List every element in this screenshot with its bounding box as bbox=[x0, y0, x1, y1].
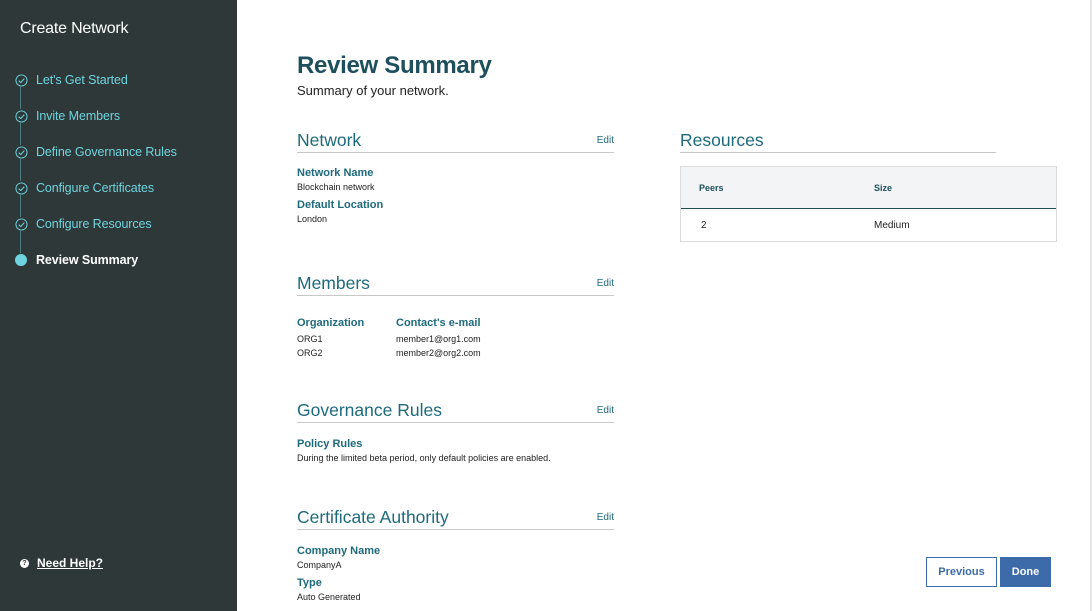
policy-rules-value: During the limited beta period, only def… bbox=[297, 453, 551, 463]
size-cell: Medium bbox=[874, 219, 910, 231]
check-circle-icon bbox=[14, 181, 28, 195]
step-label: Configure Resources bbox=[36, 217, 152, 231]
section-title: Governance Rules bbox=[297, 400, 442, 420]
check-circle-icon bbox=[14, 109, 28, 123]
edit-certificate-link[interactable]: Edit bbox=[597, 512, 614, 523]
certificate-authority-section: Certificate Authority Edit Company Name … bbox=[297, 507, 614, 602]
section-title: Certificate Authority bbox=[297, 507, 449, 527]
default-location-value: London bbox=[297, 214, 328, 224]
need-help-label: Need Help? bbox=[37, 556, 104, 570]
members-table: Organization ORG1 ORG2 Contact's e-mail … bbox=[297, 317, 614, 360]
network-name-label: Network Name bbox=[297, 167, 374, 179]
step-configure-certificates[interactable]: Configure Certificates bbox=[0, 170, 237, 217]
section-header: Members Edit bbox=[297, 273, 614, 296]
company-name-value: CompanyA bbox=[297, 560, 342, 570]
default-location-label: Default Location bbox=[297, 199, 384, 211]
member-org: ORG2 bbox=[297, 348, 323, 358]
sidebar: Create Network Let's Get Started Invite … bbox=[0, 0, 237, 611]
step-configure-resources[interactable]: Configure Resources bbox=[0, 206, 237, 253]
step-label: Review Summary bbox=[36, 253, 139, 267]
section-header: Governance Rules Edit bbox=[297, 400, 614, 423]
section-title: Members bbox=[297, 273, 370, 293]
section-title: Network bbox=[297, 130, 362, 150]
step-lets-get-started[interactable]: Let's Get Started bbox=[0, 62, 237, 109]
member-email: member2@org2.com bbox=[396, 348, 481, 358]
section-header: Certificate Authority Edit bbox=[297, 507, 614, 530]
member-email: member1@org1.com bbox=[396, 334, 481, 344]
type-label: Type bbox=[297, 577, 322, 589]
edit-members-link[interactable]: Edit bbox=[597, 278, 614, 289]
check-circle-icon bbox=[14, 217, 28, 231]
step-label: Let's Get Started bbox=[36, 73, 128, 87]
step-label: Define Governance Rules bbox=[36, 145, 177, 159]
current-step-dot-icon bbox=[14, 253, 28, 267]
table-row: 2 Medium bbox=[681, 209, 1056, 241]
company-name-label: Company Name bbox=[297, 545, 381, 557]
check-circle-icon bbox=[14, 73, 28, 87]
main-content: Review Summary Summary of your network. … bbox=[237, 0, 1092, 611]
edit-governance-link[interactable]: Edit bbox=[597, 405, 614, 416]
page-title: Review Summary bbox=[297, 52, 492, 79]
section-header: Resources bbox=[680, 130, 996, 153]
step-label: Invite Members bbox=[36, 109, 121, 123]
member-org: ORG1 bbox=[297, 334, 323, 344]
policy-rules-label: Policy Rules bbox=[297, 438, 363, 450]
edit-network-link[interactable]: Edit bbox=[597, 135, 614, 146]
previous-button[interactable]: Previous bbox=[926, 557, 997, 587]
organization-column-header: Organization bbox=[297, 317, 365, 329]
check-circle-icon bbox=[14, 145, 28, 159]
type-value: Auto Generated bbox=[297, 592, 361, 602]
email-column-header: Contact's e-mail bbox=[396, 317, 481, 329]
resources-section: Resources Peers Size 2 Medium bbox=[680, 130, 1057, 242]
size-column-header: Size bbox=[874, 182, 893, 193]
done-button[interactable]: Done bbox=[1000, 557, 1051, 587]
step-invite-members[interactable]: Invite Members bbox=[0, 98, 237, 145]
sidebar-title: Create Network bbox=[20, 20, 129, 37]
network-name-value: Blockchain network bbox=[297, 182, 375, 192]
step-review-summary[interactable]: Review Summary bbox=[0, 242, 237, 278]
help-icon: ? bbox=[20, 558, 29, 568]
step-define-governance-rules[interactable]: Define Governance Rules bbox=[0, 134, 237, 181]
page-subtitle: Summary of your network. bbox=[297, 83, 449, 98]
need-help-link[interactable]: ? Need Help? bbox=[20, 556, 103, 570]
resources-table: Peers Size 2 Medium bbox=[680, 166, 1057, 242]
peers-cell: 2 bbox=[701, 219, 707, 231]
network-section: Network Edit Network Name Blockchain net… bbox=[297, 130, 614, 224]
table-header: Peers Size bbox=[681, 166, 1056, 209]
progress-steps: Let's Get Started Invite Members Define … bbox=[0, 62, 237, 278]
members-section: Members Edit Organization ORG1 ORG2 Cont… bbox=[297, 273, 614, 360]
governance-section: Governance Rules Edit Policy Rules Durin… bbox=[297, 400, 614, 463]
section-header: Network Edit bbox=[297, 130, 614, 153]
peers-column-header: Peers bbox=[699, 182, 724, 193]
step-label: Configure Certificates bbox=[36, 181, 154, 195]
section-title: Resources bbox=[680, 130, 764, 150]
